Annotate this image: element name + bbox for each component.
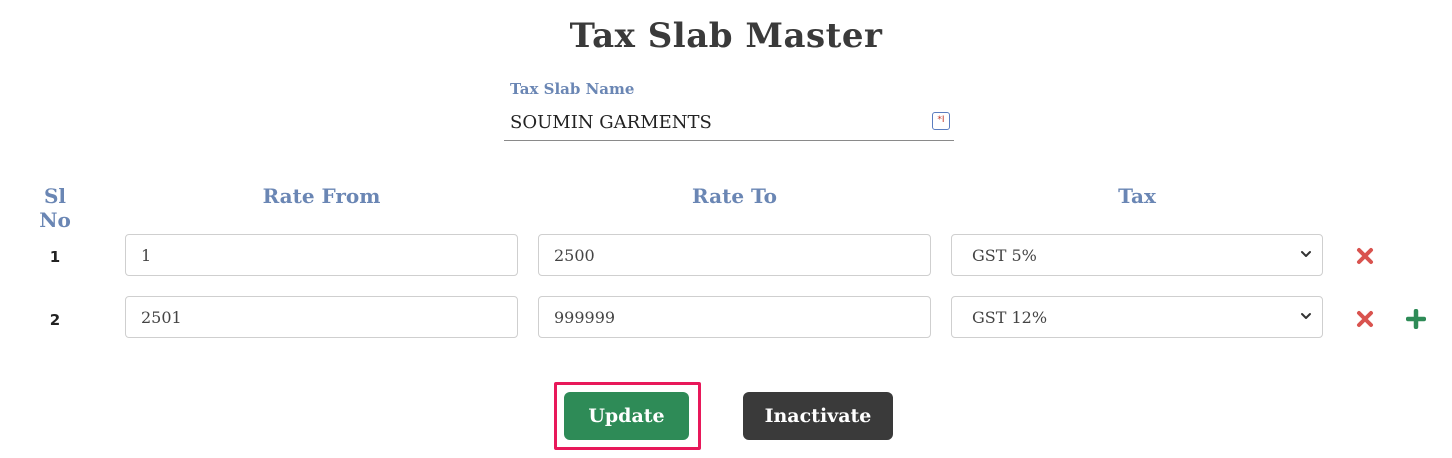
page-title: Tax Slab Master	[569, 16, 883, 56]
rate-from-input[interactable]	[125, 234, 518, 276]
rate-from-input[interactable]	[125, 296, 518, 338]
tax-select-value: GST 12%	[972, 308, 1048, 327]
rate-to-input[interactable]	[538, 296, 931, 338]
row-sl-no: 2	[49, 311, 61, 329]
inactivate-button[interactable]: Inactivate	[743, 392, 893, 440]
tax-select-value: GST 5%	[972, 246, 1037, 265]
tax-slab-master-page: Tax Slab Master Tax Slab Name *I Sl No R…	[0, 0, 1452, 458]
header-rate-from: Rate From	[262, 184, 381, 208]
tax-slab-name-input[interactable]	[504, 104, 954, 141]
delete-row-icon[interactable]	[1355, 246, 1375, 266]
tax-slab-name-field: Tax Slab Name *I	[504, 78, 954, 142]
rate-to-input[interactable]	[538, 234, 931, 276]
header-tax: Tax	[1118, 184, 1156, 208]
tax-select[interactable]: GST 5%	[951, 234, 1323, 276]
header-sl-no: Sl No	[39, 184, 71, 232]
update-button[interactable]: Update	[564, 392, 689, 440]
header-rate-to: Rate To	[692, 184, 777, 208]
add-row-icon[interactable]	[1406, 309, 1426, 329]
chevron-down-icon	[1301, 251, 1311, 257]
chevron-down-icon	[1301, 313, 1311, 319]
delete-row-icon[interactable]	[1355, 309, 1375, 329]
tax-slab-name-label: Tax Slab Name	[510, 80, 635, 98]
row-sl-no: 1	[49, 248, 61, 266]
tax-select[interactable]: GST 12%	[951, 296, 1323, 338]
keyboard-icon[interactable]: *I	[932, 112, 950, 130]
